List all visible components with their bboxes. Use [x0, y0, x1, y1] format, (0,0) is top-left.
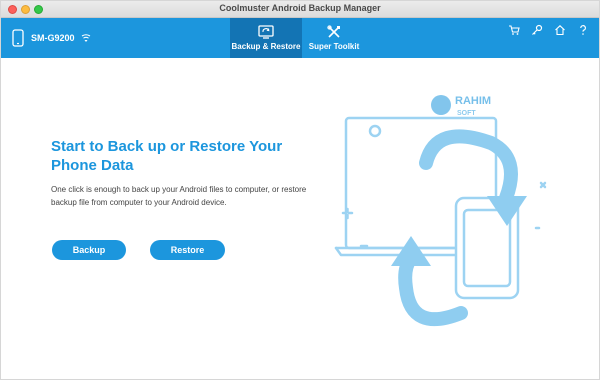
watermark-line-1: RAHIM [455, 95, 491, 107]
header-icons [508, 23, 589, 36]
main-tabs: Backup & Restore Super Toolkit [230, 18, 366, 58]
device-name: SM-G9200 [31, 33, 75, 43]
main-content: Start to Back up or Restore Your Phone D… [1, 58, 599, 379]
restore-button[interactable]: Restore [150, 240, 225, 260]
watermark-line-2: SOFT [457, 110, 476, 117]
page-title: Start to Back up or Restore Your Phone D… [51, 138, 283, 174]
tab-backup-restore-label: Backup & Restore [231, 42, 301, 51]
title-bar: Coolmuster Android Backup Manager [1, 1, 599, 18]
tab-super-toolkit-label: Super Toolkit [308, 42, 360, 51]
page-description: One click is enough to back up your Andr… [51, 185, 307, 207]
watermark-logo: RAHIM SOFT [431, 95, 491, 117]
app-window: Coolmuster Android Backup Manager SM-G92… [0, 0, 600, 380]
help-icon[interactable] [577, 23, 589, 35]
backup-restore-icon [258, 25, 274, 39]
device-dropdown-icon[interactable] [81, 33, 91, 43]
window-title: Coolmuster Android Backup Manager [219, 3, 381, 13]
toolkit-icon [327, 25, 340, 38]
home-icon[interactable] [554, 23, 566, 36]
backup-illustration [334, 116, 547, 327]
tab-super-toolkit[interactable]: Super Toolkit [302, 18, 366, 58]
phone-icon [12, 29, 24, 47]
key-icon[interactable] [531, 23, 543, 35]
header-toolbar: SM-G9200 Backup & Restore Super Toolkit [1, 18, 599, 58]
backup-button[interactable]: Backup [52, 240, 126, 260]
device-selector[interactable]: SM-G9200 [11, 29, 91, 47]
cart-icon[interactable] [508, 23, 520, 35]
tab-backup-restore[interactable]: Backup & Restore [230, 18, 302, 58]
